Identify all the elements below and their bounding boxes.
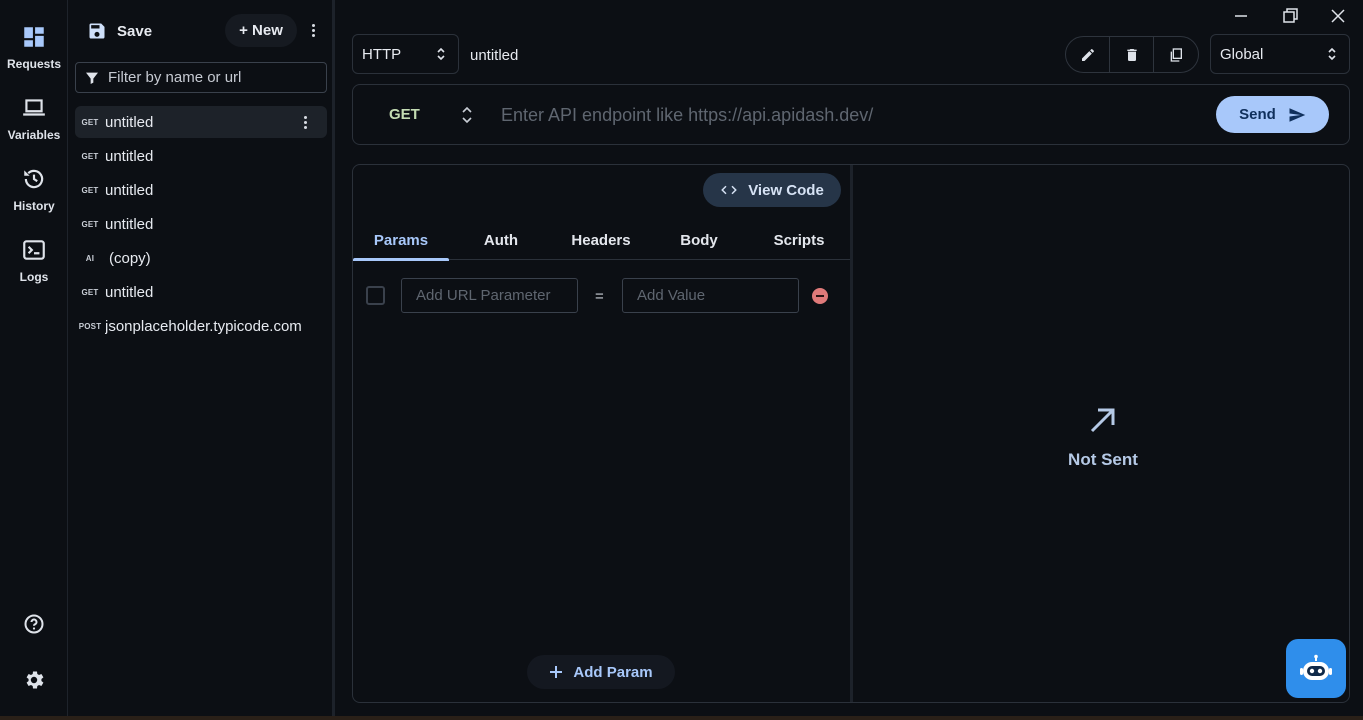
request-name: untitled bbox=[105, 181, 154, 199]
rail-item-requests[interactable]: Requests bbox=[0, 24, 68, 71]
environment-value: Global bbox=[1220, 45, 1264, 63]
save-icon bbox=[89, 23, 105, 39]
protocol-select[interactable]: HTTP bbox=[352, 34, 459, 74]
minimize-icon[interactable] bbox=[1229, 4, 1253, 28]
rail-item-label: Logs bbox=[19, 270, 49, 284]
dashboard-icon bbox=[24, 27, 44, 47]
save-button[interactable]: Save bbox=[87, 14, 152, 48]
taskbar-edge bbox=[0, 716, 1363, 720]
pencil-icon bbox=[1081, 48, 1094, 61]
request-method: GET bbox=[81, 117, 99, 127]
request-method: GET bbox=[81, 185, 99, 195]
method-select[interactable]: GET bbox=[389, 106, 420, 123]
send-label: Send bbox=[1239, 106, 1276, 123]
param-enable-checkbox[interactable] bbox=[366, 286, 385, 305]
response-status: Not Sent bbox=[1043, 405, 1163, 470]
add-param-button[interactable]: Add Param bbox=[527, 655, 675, 689]
save-label: Save bbox=[117, 22, 153, 40]
history-icon bbox=[24, 169, 44, 189]
edit-button[interactable] bbox=[1066, 37, 1110, 72]
send-icon bbox=[1289, 107, 1306, 122]
not-sent-label: Not Sent bbox=[1068, 450, 1138, 469]
protocol-value: HTTP bbox=[362, 45, 402, 63]
gear-icon[interactable] bbox=[22, 668, 46, 692]
request-method: GET bbox=[81, 219, 99, 229]
request-tabs: Params Auth Headers Body Scripts bbox=[353, 220, 850, 261]
param-key-input[interactable] bbox=[401, 278, 578, 313]
duplicate-button[interactable] bbox=[1154, 37, 1198, 72]
select-arrows-icon[interactable] bbox=[461, 104, 473, 126]
tab-params[interactable]: Params bbox=[353, 220, 449, 261]
filter-box bbox=[75, 62, 327, 93]
param-value-input[interactable] bbox=[622, 278, 799, 313]
filter-icon bbox=[86, 72, 98, 84]
request-item[interactable]: GET untitled bbox=[75, 276, 327, 308]
robot-icon bbox=[1300, 654, 1332, 680]
rail-item-logs[interactable]: Logs bbox=[0, 237, 68, 284]
environment-select[interactable]: Global bbox=[1210, 34, 1350, 74]
tab-headers[interactable]: Headers bbox=[553, 220, 649, 260]
tab-auth[interactable]: Auth bbox=[453, 220, 549, 260]
request-name: untitled bbox=[105, 147, 154, 165]
request-item[interactable]: POST jsonplaceholder.typicode.com bbox=[75, 310, 327, 342]
select-arrows-icon bbox=[1328, 47, 1336, 61]
rail-item-history[interactable]: History bbox=[0, 166, 68, 213]
url-bar: GET Send bbox=[352, 84, 1350, 145]
request-actions bbox=[1065, 36, 1199, 73]
request-name: (copy) bbox=[109, 249, 151, 267]
request-method: AI bbox=[85, 253, 95, 263]
delete-button[interactable] bbox=[1110, 37, 1154, 72]
navigation-rail: Requests Variables History Logs bbox=[0, 0, 68, 720]
request-method: GET bbox=[81, 151, 99, 161]
requests-sidebar: Save + New GET untitled GET untitled GET… bbox=[69, 0, 335, 720]
request-method: GET bbox=[81, 287, 99, 297]
code-icon bbox=[721, 185, 738, 195]
request-name: untitled bbox=[105, 215, 154, 233]
request-item[interactable]: GET untitled bbox=[75, 208, 327, 240]
rail-item-label: Requests bbox=[6, 57, 62, 71]
terminal-icon bbox=[23, 240, 45, 260]
request-name: untitled bbox=[105, 283, 154, 301]
rail-item-label: History bbox=[13, 199, 55, 213]
copy-icon bbox=[1170, 47, 1182, 62]
help-icon[interactable] bbox=[22, 612, 46, 636]
rail-item-variables[interactable]: Variables bbox=[0, 95, 68, 142]
request-item[interactable]: AI (copy) bbox=[75, 242, 327, 274]
plus-icon bbox=[550, 666, 563, 678]
request-panel: View Code Params Auth Headers Body Scrip… bbox=[352, 164, 1350, 703]
close-icon[interactable] bbox=[1326, 4, 1350, 28]
filter-input[interactable] bbox=[108, 69, 326, 86]
restore-icon[interactable] bbox=[1278, 4, 1302, 28]
request-name-input[interactable] bbox=[470, 43, 770, 67]
view-code-button[interactable]: View Code bbox=[703, 173, 841, 207]
panel-divider[interactable] bbox=[850, 165, 853, 702]
rail-item-label: Variables bbox=[7, 128, 61, 142]
select-arrows-icon bbox=[437, 47, 445, 61]
remove-param-icon[interactable] bbox=[812, 288, 828, 304]
new-request-button[interactable]: + New bbox=[225, 14, 297, 47]
request-item[interactable]: GET untitled bbox=[75, 140, 327, 172]
equals-sign: = bbox=[595, 288, 604, 305]
view-code-label: View Code bbox=[748, 181, 824, 199]
request-item[interactable]: GET untitled bbox=[75, 174, 327, 206]
trash-icon bbox=[1126, 48, 1137, 61]
tab-body[interactable]: Body bbox=[651, 220, 747, 260]
request-menu-icon[interactable] bbox=[297, 112, 313, 132]
ai-assistant-button[interactable] bbox=[1286, 639, 1346, 698]
sidebar-menu-icon[interactable] bbox=[305, 20, 321, 40]
send-button[interactable]: Send bbox=[1216, 96, 1329, 133]
tab-scripts[interactable]: Scripts bbox=[751, 220, 847, 260]
laptop-icon bbox=[23, 99, 45, 116]
request-name: jsonplaceholder.typicode.com bbox=[105, 317, 302, 335]
request-method: POST bbox=[78, 321, 102, 331]
request-item[interactable]: GET untitled bbox=[75, 106, 327, 138]
arrow-up-right-icon bbox=[1090, 408, 1115, 433]
add-param-label: Add Param bbox=[573, 663, 653, 681]
url-input[interactable] bbox=[501, 102, 1191, 128]
request-name: untitled bbox=[105, 113, 154, 131]
